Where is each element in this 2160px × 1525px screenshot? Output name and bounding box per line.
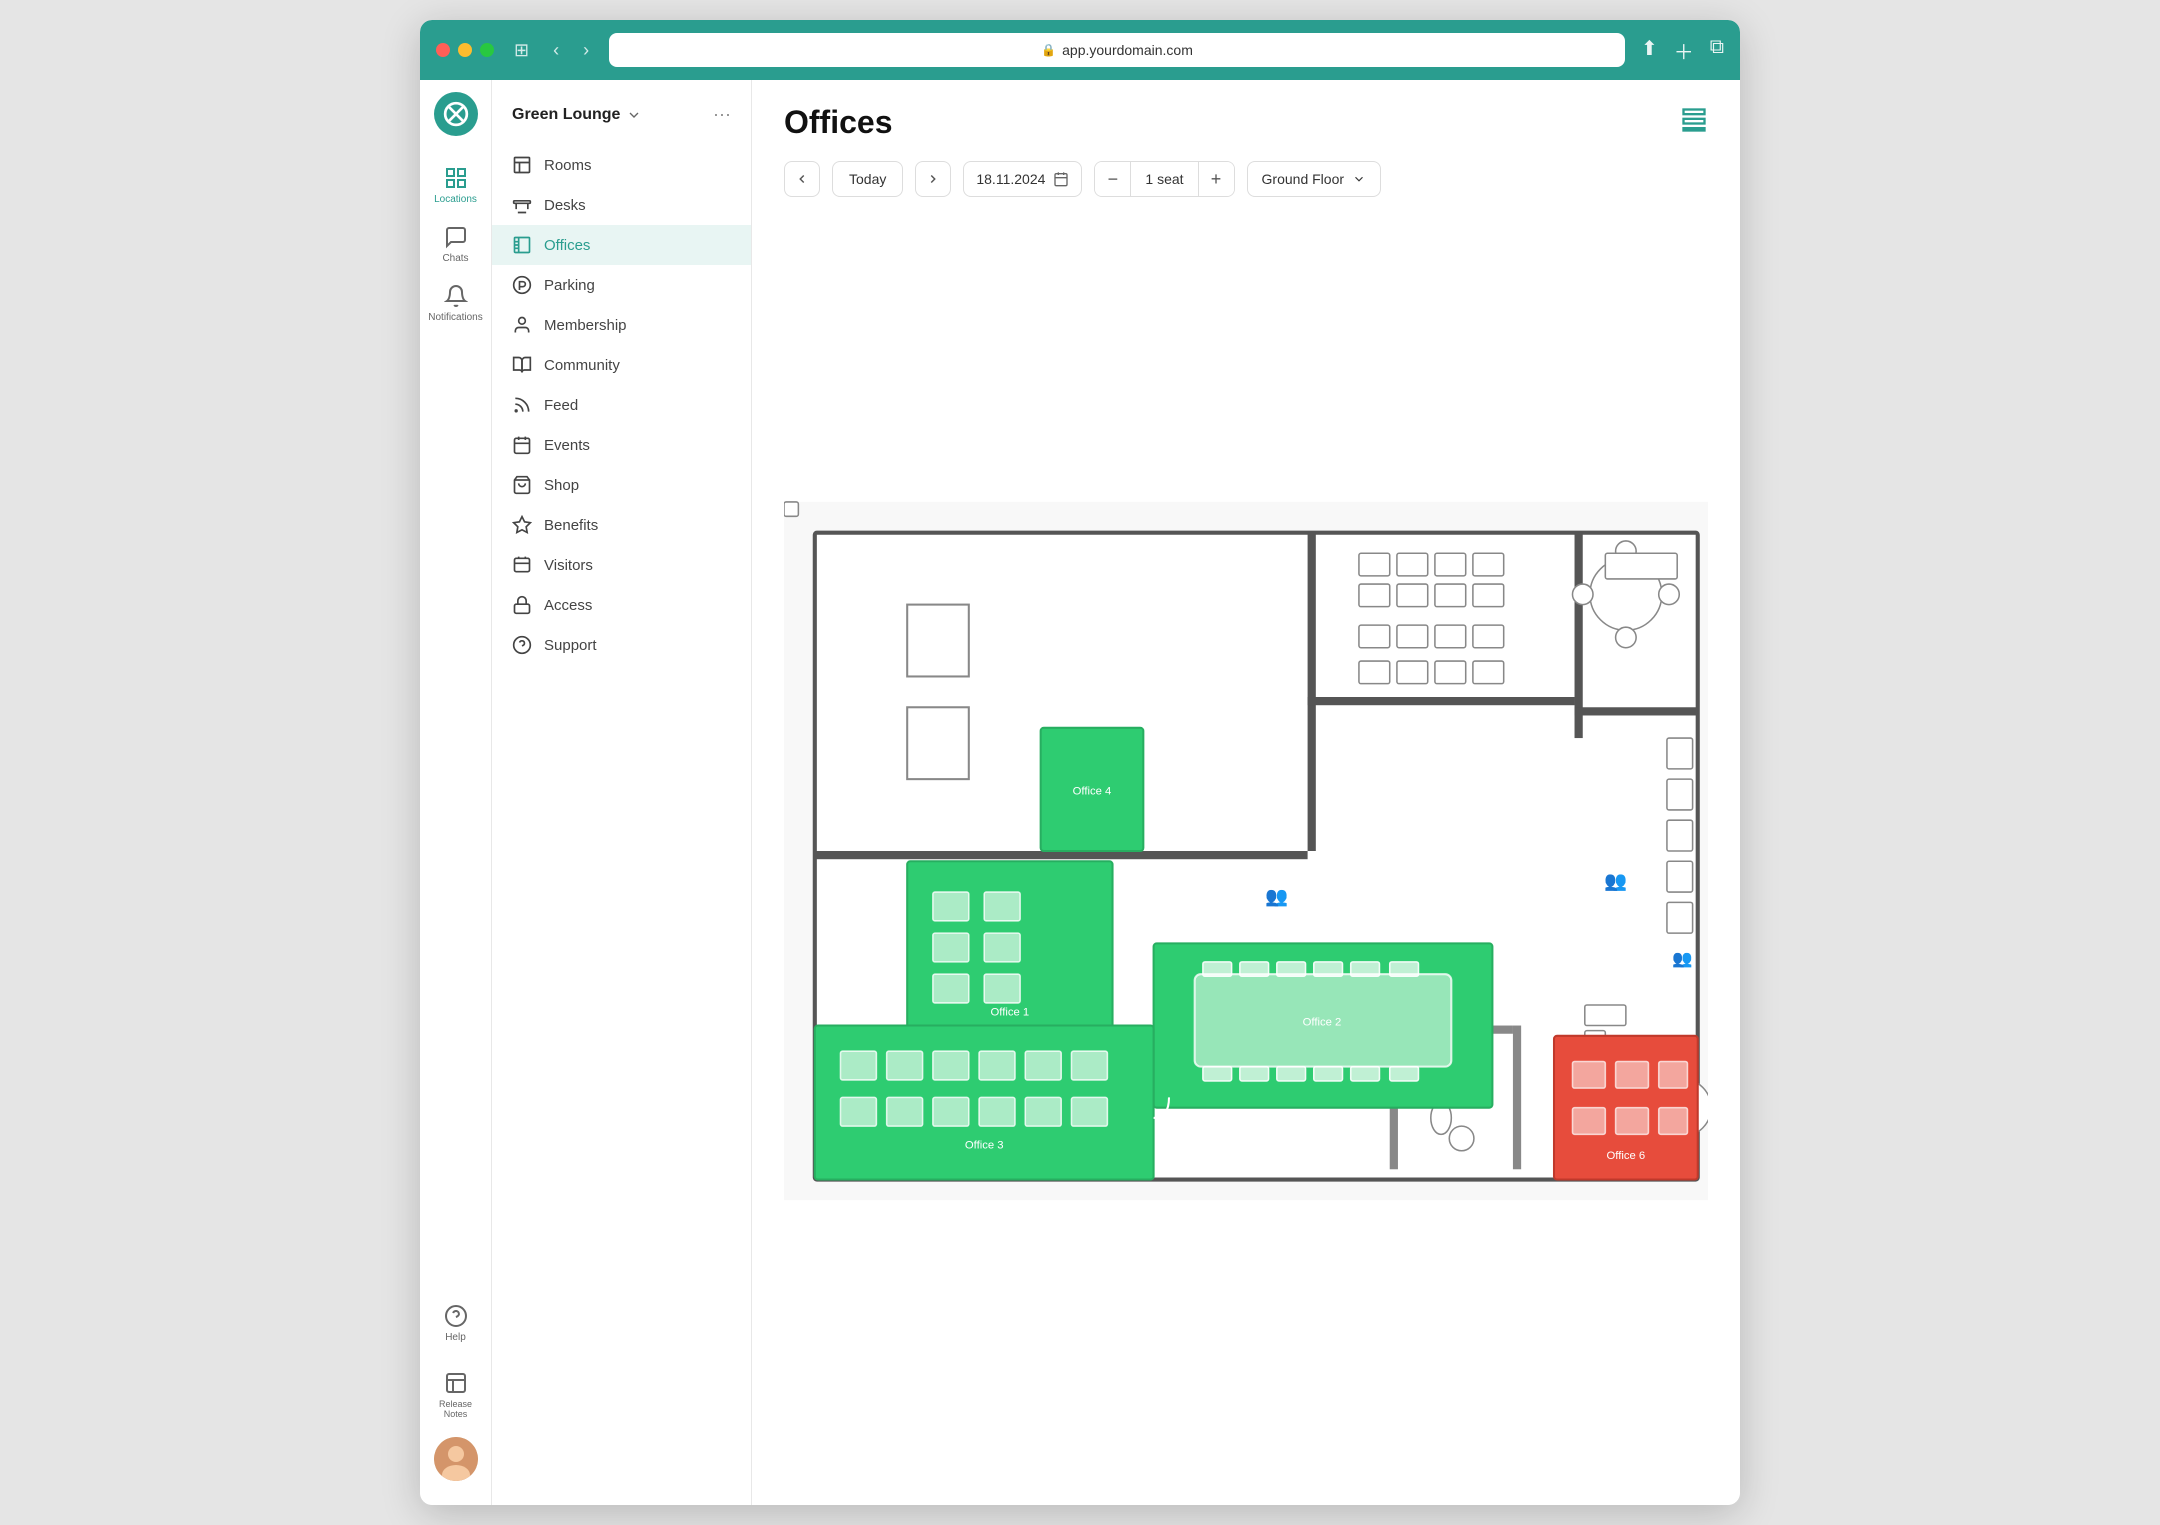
icon-bar: Locations Chats Notifications (420, 80, 492, 1505)
sidebar-header: Green Lounge ··· (492, 96, 751, 145)
address-bar[interactable]: 🔒 app.yourdomain.com (609, 33, 1625, 67)
nav-icon-locations[interactable]: Locations (422, 156, 488, 215)
url-text: app.yourdomain.com (1062, 42, 1193, 58)
sidebar-item-parking[interactable]: Parking (492, 265, 751, 305)
nav-icon-release-notes[interactable]: Release Notes (420, 1361, 491, 1429)
nav-chats-label: Chats (442, 253, 468, 264)
floor-plan: 👥 👥 (784, 217, 1708, 1485)
seat-control: − 1 seat + (1094, 161, 1234, 197)
today-button[interactable]: Today (832, 161, 903, 197)
maximize-button[interactable] (480, 43, 494, 57)
increase-seat-button[interactable]: + (1198, 161, 1234, 197)
sidebar-item-membership[interactable]: Membership (492, 305, 751, 345)
office2-label: Office 2 (1303, 1017, 1342, 1029)
layout-toggle-button[interactable] (1680, 106, 1708, 139)
nav-notifications-label: Notifications (428, 312, 482, 323)
sidebar-item-support[interactable]: Support (492, 625, 751, 665)
sidebar-item-feed[interactable]: Feed (492, 385, 751, 425)
toolbar: Today 18.11.2024 − 1 seat + Ground Floor (752, 161, 1740, 217)
app-logo[interactable] (434, 92, 478, 136)
svg-text:👥: 👥 (1265, 885, 1288, 907)
office4-label: Office 4 (1073, 786, 1112, 798)
sidebar-item-access[interactable]: Access (492, 585, 751, 625)
sidebar-item-community[interactable]: Community (492, 345, 751, 385)
nav-help-label: Help (445, 1332, 466, 1343)
sidebar-item-desks[interactable]: Desks (492, 185, 751, 225)
sidebar-toggle-button[interactable]: ⊞ (510, 36, 533, 65)
nav-locations-label: Locations (434, 194, 477, 205)
page-title: Offices (784, 104, 892, 141)
workspace-name[interactable]: Green Lounge (512, 106, 642, 124)
office3-label: Office 3 (965, 1140, 1004, 1152)
main-header: Offices (752, 80, 1740, 161)
next-date-button[interactable] (915, 161, 951, 197)
nav-icon-chats[interactable]: Chats (422, 215, 488, 274)
seat-count: 1 seat (1131, 162, 1197, 196)
svg-text:👥: 👥 (1672, 950, 1692, 968)
main-content: Offices Today (752, 80, 1740, 1505)
nav-icon-help[interactable]: Help (420, 1294, 491, 1353)
date-picker[interactable]: 18.11.2024 (963, 161, 1082, 197)
prev-date-button[interactable] (784, 161, 820, 197)
sidebar-item-benefits[interactable]: Benefits (492, 505, 751, 545)
close-button[interactable] (436, 43, 450, 57)
sidebar-item-shop[interactable]: Shop (492, 465, 751, 505)
nav-icon-notifications[interactable]: Notifications (422, 274, 488, 333)
floor-selector[interactable]: Ground Floor (1247, 161, 1381, 197)
browser-chrome: ⊞ ‹ › 🔒 app.yourdomain.com ⬆ ＋ ⧉ (420, 20, 1740, 80)
traffic-lights (436, 43, 494, 57)
office1-label: Office 1 (991, 1006, 1030, 1018)
back-button[interactable]: ‹ (549, 36, 563, 65)
app-container: Locations Chats Notifications (420, 80, 1740, 1505)
sidebar-item-events[interactable]: Events (492, 425, 751, 465)
sidebar-more-button[interactable]: ··· (713, 104, 731, 125)
sidebar: Green Lounge ··· Rooms Desks (492, 80, 752, 1505)
sidebar-item-visitors[interactable]: Visitors (492, 545, 751, 585)
new-tab-icon[interactable]: ＋ (1674, 36, 1694, 65)
minimize-button[interactable] (458, 43, 472, 57)
forward-button[interactable]: › (579, 36, 593, 65)
sidebar-nav: Rooms Desks Offices Parking (492, 145, 751, 1489)
floor-plan-container: 👥 👥 (752, 217, 1740, 1505)
tabs-icon[interactable]: ⧉ (1710, 36, 1724, 65)
sidebar-item-offices[interactable]: Offices (492, 225, 751, 265)
share-icon[interactable]: ⬆ (1641, 36, 1658, 65)
decrease-seat-button[interactable]: − (1095, 161, 1131, 197)
sidebar-item-rooms[interactable]: Rooms (492, 145, 751, 185)
browser-actions: ⬆ ＋ ⧉ (1641, 36, 1724, 65)
lock-icon: 🔒 (1041, 43, 1056, 57)
svg-text:👥: 👥 (1604, 870, 1627, 892)
user-avatar[interactable] (434, 1437, 478, 1481)
nav-release-notes-label: Release Notes (426, 1399, 485, 1419)
office6-label: Office 6 (1607, 1150, 1646, 1162)
